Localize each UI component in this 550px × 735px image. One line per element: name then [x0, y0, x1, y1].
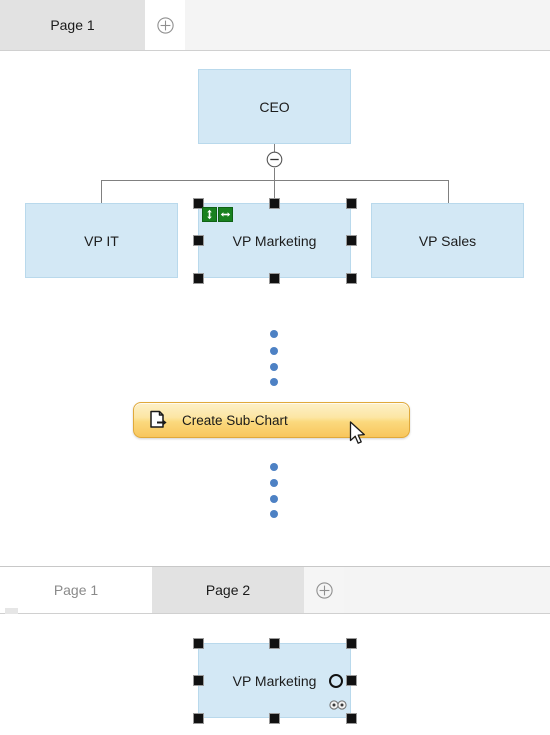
org-node-label: VP Marketing — [232, 672, 317, 689]
selection-handle-bottom-left[interactable] — [193, 273, 204, 284]
selection-handle-top-right[interactable] — [346, 638, 357, 649]
drag-trail-dot — [270, 495, 278, 503]
tab-page-1-top[interactable]: Page 1 — [0, 0, 145, 50]
create-sub-chart-label: Create Sub-Chart — [182, 412, 288, 428]
selection-handle-bottom-center[interactable] — [269, 713, 280, 724]
org-node-label: CEO — [259, 98, 290, 115]
selection-handle-bottom-left[interactable] — [193, 713, 204, 724]
resize-horizontal-icon — [220, 212, 231, 217]
org-node-label: VP IT — [84, 232, 119, 249]
drag-trail-dot — [270, 330, 278, 338]
tab-page-1-bottom[interactable]: Page 1 — [0, 567, 152, 613]
create-sub-chart-button[interactable]: Create Sub-Chart — [133, 402, 410, 438]
selection-handle-top-left[interactable] — [193, 638, 204, 649]
connector-horizontal-bus — [101, 180, 449, 181]
resize-vertical-button[interactable] — [202, 207, 217, 222]
drag-trail-dot — [270, 463, 278, 471]
drag-trail-dot — [270, 378, 278, 386]
plus-circle-icon — [315, 581, 333, 599]
top-chart-canvas[interactable]: CEO VP IT VP Marketing VP Sales Create S… — [0, 51, 550, 566]
app-root: Page 1 CEO VP IT VP Marketing VP Sales C… — [0, 0, 550, 735]
resize-vertical-icon — [207, 209, 212, 220]
selection-handle-middle-right[interactable] — [346, 235, 357, 246]
selection-handle-middle-left[interactable] — [193, 235, 204, 246]
tab-label: Page 1 — [50, 17, 95, 33]
org-node-vp-it[interactable]: VP IT — [25, 203, 178, 278]
glasses-icon[interactable] — [329, 700, 347, 710]
selection-handle-top-right[interactable] — [346, 198, 357, 209]
tabbar-empty-area-bottom — [344, 567, 550, 613]
add-page-button-top[interactable] — [145, 0, 185, 50]
drag-trail-dot — [270, 363, 278, 371]
selection-handle-bottom-right[interactable] — [346, 273, 357, 284]
selection-handle-middle-left[interactable] — [193, 675, 204, 686]
org-node-label: VP Marketing — [232, 232, 317, 249]
selection-handle-top-center[interactable] — [269, 198, 280, 209]
selection-handle-bottom-right[interactable] — [346, 713, 357, 724]
org-node-ceo[interactable]: CEO — [198, 69, 351, 144]
tabbar-empty-area-top — [185, 0, 550, 50]
connector-drop-vp-it — [101, 180, 102, 203]
tab-label: Page 1 — [53, 582, 99, 598]
collapse-toggle-button[interactable] — [266, 151, 283, 168]
plus-circle-icon — [156, 16, 174, 34]
org-node-label: VP Sales — [418, 232, 477, 249]
drag-trail-dot — [270, 479, 278, 487]
tab-page-2-bottom[interactable]: Page 2 — [152, 567, 304, 613]
selection-handle-middle-right[interactable] — [346, 675, 357, 686]
selection-handle-bottom-center[interactable] — [269, 273, 280, 284]
bottom-page-tabbar: Page 1 Page 2 — [0, 566, 550, 614]
resize-horizontal-button[interactable] — [218, 207, 233, 222]
tab-label: Page 2 — [205, 582, 251, 598]
circle-outline-icon[interactable] — [329, 674, 343, 688]
drag-trail-dot — [270, 347, 278, 355]
selection-handle-top-center[interactable] — [269, 638, 280, 649]
org-node-vp-sales[interactable]: VP Sales — [371, 203, 524, 278]
bottom-chart-canvas[interactable]: VP Marketing — [0, 614, 550, 735]
add-page-button-bottom[interactable] — [304, 567, 344, 613]
top-page-tabbar: Page 1 — [0, 0, 550, 51]
connector-drop-vp-sales — [448, 180, 449, 203]
drag-trail-dot — [270, 510, 278, 518]
page-export-icon — [150, 410, 167, 428]
